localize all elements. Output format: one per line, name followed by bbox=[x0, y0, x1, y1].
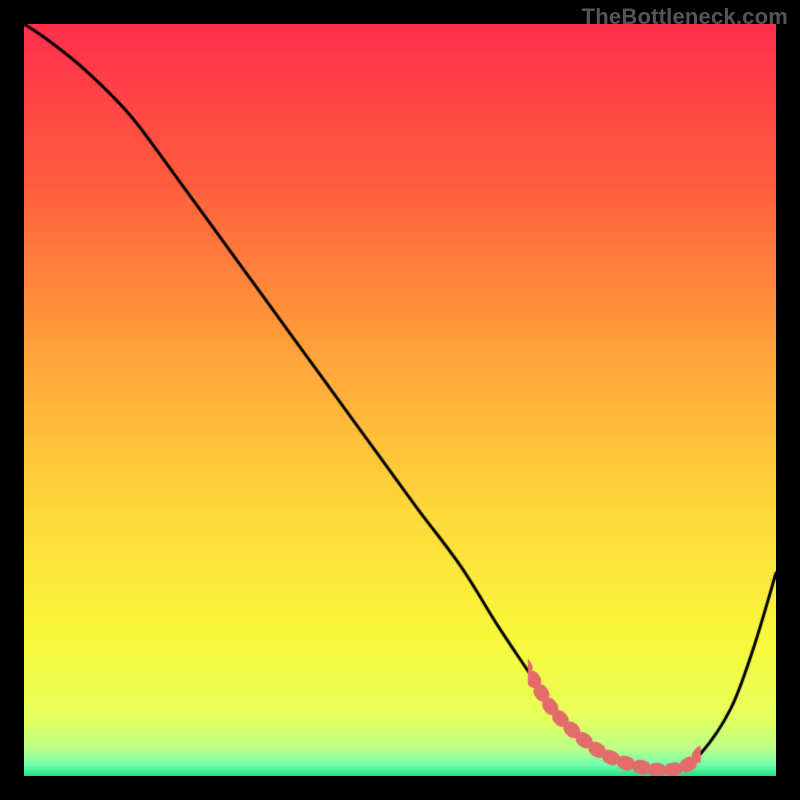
watermark-text: TheBottleneck.com bbox=[582, 4, 788, 30]
chart-frame: TheBottleneck.com bbox=[0, 0, 800, 800]
bottleneck-chart-canvas bbox=[24, 24, 776, 776]
plot-area bbox=[24, 24, 776, 776]
